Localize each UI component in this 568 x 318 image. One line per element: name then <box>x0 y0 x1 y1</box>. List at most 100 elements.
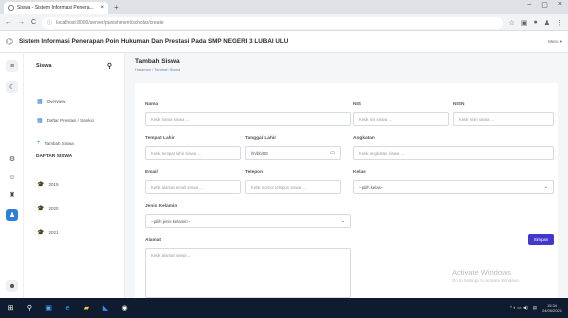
settings-icon[interactable]: ⚙ <box>6 153 18 165</box>
active-student-icon[interactable]: ♟ <box>6 209 18 221</box>
moon-icon[interactable]: ☾ <box>6 81 18 93</box>
new-tab-button[interactable]: + <box>114 2 119 14</box>
notification-icon[interactable]: ▤ <box>533 305 537 311</box>
activate-windows-watermark: Activate Windows Go to Settings to activ… <box>452 268 520 283</box>
profile-icon[interactable]: ♟ <box>544 19 550 27</box>
vscode-icon[interactable]: ◣ <box>101 304 110 313</box>
menu-icon[interactable]: ⋮ <box>556 19 563 27</box>
sidebar-item-2020[interactable]: 🎓 2020 <box>37 205 59 212</box>
telepon-input[interactable]: Ketik nomor telepon siswa ... <box>245 180 341 194</box>
angkatan-input[interactable]: Ketik angkatan siswa ... <box>353 146 554 160</box>
form-card: Nama Ketik nama siswa ... NIS Ketik nis … <box>135 83 558 298</box>
close-tab-icon[interactable]: × <box>100 5 104 11</box>
tab-title: Siswa - Sistem Informasi Penera... <box>17 5 94 11</box>
tray-icons[interactable]: ^ ◐ ▭ ◀) <box>510 305 528 311</box>
tanggal-lahir-label: Tanggal Lahir <box>245 136 277 141</box>
sidebar-item-tambah-siswa[interactable]: + Tambah Siswa <box>37 140 74 146</box>
sidebar-item-2021[interactable]: 🎓 2021 <box>37 229 59 236</box>
hamburger-icon[interactable]: ≡ <box>6 60 18 72</box>
plus-icon: + <box>37 140 41 146</box>
watermark-subtitle: Go to Settings to activate Windows. <box>452 278 520 283</box>
app-header: ⌬ Sistem Informasi Penerapan Poin Hukuma… <box>0 31 568 53</box>
user-menu[interactable]: Meru ▾ <box>548 39 562 45</box>
kelas-select[interactable]: --pilih kelas-- ⌄ <box>353 180 554 194</box>
alamat-label: Alamat <box>145 238 161 243</box>
angkatan-label: Angkatan <box>353 136 375 141</box>
sidebar-item-2019[interactable]: 🎓 2019 <box>37 181 59 188</box>
watermark-title: Activate Windows <box>452 268 512 277</box>
task-view-icon[interactable]: ▣ <box>44 304 53 313</box>
graduation-cap-icon: 🎓 <box>37 230 45 236</box>
graduation-cap-icon: 🎓 <box>37 182 45 188</box>
nisn-input[interactable]: Ketik nisn siswa ... <box>453 112 554 126</box>
jenis-kelamin-value: --pilih jenis kelamin-- <box>151 218 191 224</box>
info-icon: ⓘ <box>47 20 53 26</box>
graduation-cap-icon: 🎓 <box>37 206 45 212</box>
sidebar-title: Siswa <box>36 63 52 69</box>
kelas-label: Kelas <box>353 170 366 175</box>
clock-date: 24/06/2021 <box>541 308 562 313</box>
tab-strip: Siswa - Sistem Informasi Penera... × + <box>0 0 568 14</box>
browser-tab[interactable]: Siswa - Sistem Informasi Penera... × <box>4 2 108 14</box>
page-header: Tambah Siswa Halaman / Tambah Siswa <box>135 58 180 72</box>
grid-icon: ▦ <box>37 118 43 124</box>
tempat-lahir-input[interactable]: Ketik tempat lahir siswa ... <box>145 146 241 160</box>
sidebar-item-overview[interactable]: ▦ Overview <box>37 98 65 105</box>
url-text: localhost:8000/server/punishment/scholar… <box>56 19 164 26</box>
extension-icon[interactable]: ▣ <box>521 19 528 27</box>
chevron-down-icon: ⌄ <box>543 184 548 190</box>
address-bar[interactable]: ⓘ localhost:8000/server/punishment/schol… <box>42 16 503 29</box>
reload-icon[interactable]: C <box>31 19 36 26</box>
jenis-kelamin-label: Jenis Kelamin <box>145 204 178 209</box>
grid-icon: ▦ <box>37 99 43 105</box>
calendar-icon[interactable]: ▭ <box>330 150 335 156</box>
sidebar-item-label: 2020 <box>48 206 59 211</box>
close-window-button[interactable]: × <box>558 1 562 9</box>
minimize-button[interactable]: – <box>527 1 531 9</box>
sidebar-item-label: Daftar Prestasi / Sanksi <box>46 118 94 123</box>
sidebar-item-daftar-prestasi[interactable]: ▦ Daftar Prestasi / Sanksi <box>37 117 94 124</box>
address-row: ← → C ⓘ localhost:8000/server/punishment… <box>0 14 568 31</box>
windows-start-icon[interactable]: ⊞ <box>6 304 15 313</box>
simpan-button[interactable]: Simpan <box>528 234 554 245</box>
email-input[interactable]: Ketik alamat email siswa ... <box>145 180 241 194</box>
breadcrumb[interactable]: Halaman / Tambah Siswa <box>135 67 180 72</box>
app-logo-icon: ⌬ <box>6 37 13 46</box>
nisn-label: NISN <box>453 102 465 107</box>
main-content: Tambah Siswa Halaman / Tambah Siswa Nama… <box>125 53 568 298</box>
account-icon[interactable]: ☻ <box>6 280 18 292</box>
tanggal-lahir-input[interactable]: hh/bb/tttt ▭ <box>245 146 341 160</box>
nis-input[interactable]: Ketik nis siswa ... <box>353 112 449 126</box>
jenis-kelamin-select[interactable]: --pilih jenis kelamin-- ⌄ <box>145 214 351 228</box>
nama-input[interactable]: Ketik nama siswa ... <box>145 112 351 126</box>
chevron-down-icon: ⌄ <box>340 218 345 224</box>
icon-rail: ≡ ☾ ⚙ ☺ ♜ ♟ ☻ <box>0 53 24 298</box>
sidebar: Siswa ⚲ ▦ Overview ▦ Daftar Prestasi / S… <box>24 53 125 298</box>
window-controls: – ▢ × <box>527 1 562 9</box>
globe-icon <box>8 5 14 11</box>
extension-icon[interactable]: ● <box>533 19 537 27</box>
search-icon[interactable]: ⚲ <box>25 304 34 313</box>
system-tray: ^ ◐ ▭ ◀) ▤ 15:34 24/06/2021 <box>510 303 562 313</box>
back-icon[interactable]: ← <box>5 19 12 26</box>
date-placeholder: hh/bb/tttt <box>251 150 268 156</box>
telepon-label: Telepon <box>245 170 264 175</box>
clock[interactable]: 15:34 24/06/2021 <box>542 303 562 313</box>
alamat-textarea[interactable]: Ketik alamat siswa ... <box>145 248 351 298</box>
chrome-icon[interactable]: ◉ <box>120 304 129 313</box>
sidebar-section-title: DAFTAR SISWA <box>36 154 73 159</box>
maximize-button[interactable]: ▢ <box>541 1 548 9</box>
sidebar-item-label: 2019 <box>48 182 59 187</box>
extension-icons: ☆ ▣ ● ♟ ⋮ <box>509 19 563 27</box>
edge-icon[interactable]: e <box>63 304 72 313</box>
file-explorer-icon[interactable]: ▰ <box>82 304 91 313</box>
forward-icon[interactable]: → <box>18 19 25 26</box>
sidebar-item-label: Tambah Siswa <box>44 140 74 146</box>
pin-icon[interactable]: ⚲ <box>107 62 112 70</box>
users-icon[interactable]: ☺ <box>6 171 18 183</box>
sidebar-header: Siswa ⚲ <box>24 53 124 79</box>
student-icon[interactable]: ♜ <box>6 189 18 201</box>
star-icon[interactable]: ☆ <box>509 19 515 27</box>
page-title: Tambah Siswa <box>135 58 180 65</box>
email-label: Email <box>145 170 158 175</box>
